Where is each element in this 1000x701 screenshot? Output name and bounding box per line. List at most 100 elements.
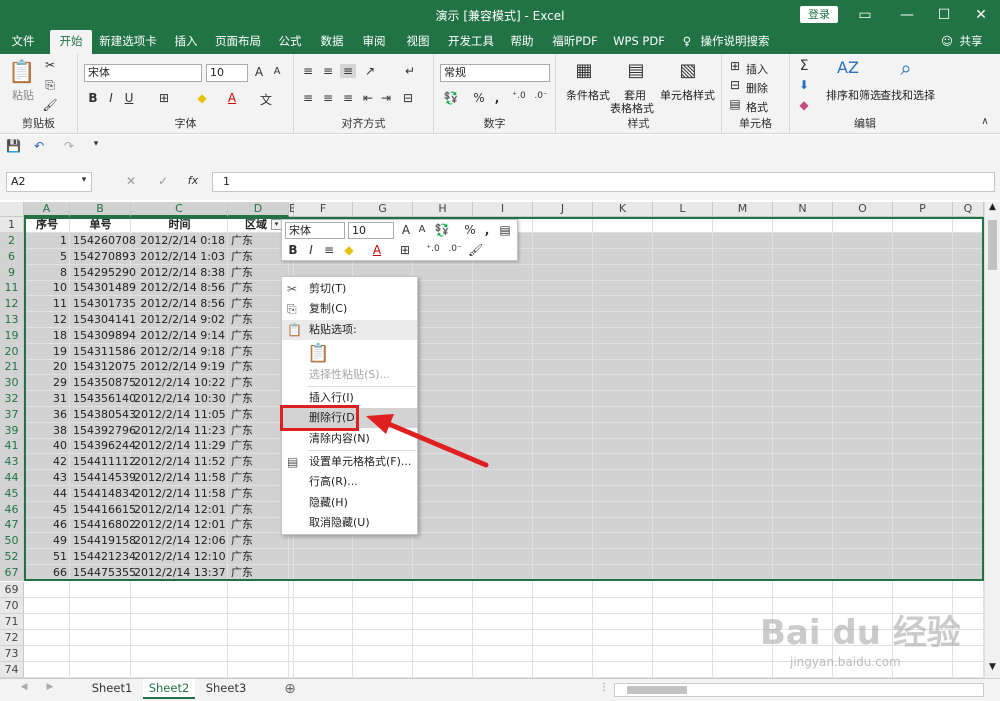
cell-seq[interactable]: 5 bbox=[24, 249, 70, 265]
conditional-format-label[interactable]: 条件格式 bbox=[566, 87, 610, 103]
column-header[interactable]: H bbox=[413, 202, 473, 217]
cell-region[interactable]: 广东 bbox=[228, 344, 270, 360]
percent-icon[interactable]: % bbox=[472, 91, 486, 105]
cell-time[interactable]: 2012/2/14 13:37 bbox=[131, 565, 228, 581]
menu-hide[interactable]: 隐藏(H) bbox=[282, 493, 417, 513]
cell-order-no[interactable]: 154392796 bbox=[70, 423, 136, 439]
find-select-icon[interactable]: ⌕ bbox=[894, 56, 918, 80]
mini-bold-icon[interactable]: B bbox=[287, 243, 299, 257]
row-header[interactable]: 47 bbox=[0, 517, 24, 533]
mini-format-cells-icon[interactable]: ▤ bbox=[498, 223, 512, 237]
cell-order-no[interactable]: 154350875 bbox=[70, 375, 136, 391]
phonetic-icon[interactable]: 文 bbox=[258, 91, 274, 108]
cell-order-no[interactable]: 154260708 bbox=[70, 233, 136, 249]
align-center-icon[interactable]: ≡ bbox=[320, 91, 336, 105]
minimize-icon[interactable]: — bbox=[896, 4, 918, 26]
menu-row-height[interactable]: 行高(R)... bbox=[282, 472, 417, 492]
prev-sheet-icon[interactable]: ◀ bbox=[18, 682, 30, 692]
increase-decimal-icon[interactable]: ⁺.0 bbox=[510, 91, 528, 101]
cell-order-no[interactable]: 154414539 bbox=[70, 470, 136, 486]
cell-region[interactable]: 广东 bbox=[228, 565, 270, 581]
cell-time[interactable]: 2012/2/14 12:06 bbox=[131, 533, 228, 549]
cell-order-no[interactable]: 154312075 bbox=[70, 359, 136, 375]
sheet-tab-3[interactable]: Sheet3 bbox=[200, 679, 252, 699]
cell-seq[interactable]: 66 bbox=[24, 565, 70, 581]
column-header[interactable]: N bbox=[773, 202, 833, 217]
mini-italic-icon[interactable]: I bbox=[305, 243, 317, 257]
row-header[interactable]: 70 bbox=[0, 598, 24, 614]
namebox-dropdown-icon[interactable]: ▾ bbox=[78, 175, 90, 185]
tab-foxit-pdf[interactable]: 福昕PDF bbox=[546, 30, 604, 54]
cell-region[interactable]: 广东 bbox=[228, 312, 270, 328]
tab-file[interactable]: 文件 bbox=[4, 30, 42, 54]
ribbon-display-icon[interactable]: ▭ bbox=[854, 4, 876, 26]
mini-font-select[interactable]: 宋体 bbox=[285, 222, 345, 239]
sheet-tab-1[interactable]: Sheet1 bbox=[86, 679, 138, 699]
column-header[interactable]: B bbox=[70, 202, 131, 217]
sort-filter-icon[interactable]: AZ bbox=[836, 58, 860, 77]
format-cells-icon[interactable]: ▤ bbox=[728, 97, 742, 111]
cell-seq[interactable]: 8 bbox=[24, 265, 70, 281]
tab-data[interactable]: 数据 bbox=[314, 30, 350, 54]
cell-seq[interactable]: 44 bbox=[24, 486, 70, 502]
row-header[interactable]: 32 bbox=[0, 391, 24, 407]
row-header[interactable]: 6 bbox=[0, 249, 24, 265]
tab-split-handle-icon[interactable]: ⋮ bbox=[598, 682, 610, 693]
cell-time[interactable]: 2012/2/14 8:56 bbox=[131, 296, 228, 312]
row-header[interactable]: 43 bbox=[0, 454, 24, 470]
cancel-icon[interactable]: ✕ bbox=[124, 174, 138, 188]
cell-region[interactable]: 广东 bbox=[228, 486, 270, 502]
row-header[interactable]: 46 bbox=[0, 502, 24, 518]
cell-styles-icon[interactable]: ▧ bbox=[676, 60, 700, 81]
mini-format-painter-icon[interactable]: 🖌 bbox=[468, 243, 483, 257]
cell-time[interactable]: 2012/2/14 9:19 bbox=[131, 359, 228, 375]
cell-region[interactable]: 广东 bbox=[228, 423, 270, 439]
conditional-format-icon[interactable]: ▦ bbox=[572, 60, 596, 81]
align-left-icon[interactable]: ≡ bbox=[300, 91, 316, 105]
column-header[interactable]: Q bbox=[953, 202, 984, 217]
cell-time[interactable]: 2012/2/14 9:02 bbox=[131, 312, 228, 328]
row-header[interactable]: 72 bbox=[0, 630, 24, 646]
format-table-label-2[interactable]: 表格格式 bbox=[610, 100, 654, 116]
mini-grow-font-icon[interactable]: A bbox=[400, 223, 412, 237]
tab-page-layout[interactable]: 页面布局 bbox=[212, 30, 264, 54]
undo-icon[interactable]: ↶ bbox=[30, 139, 48, 153]
header-cell[interactable]: 区域 bbox=[228, 217, 270, 233]
column-header[interactable]: A bbox=[24, 202, 70, 217]
currency-icon[interactable]: 💱 bbox=[442, 91, 460, 105]
autosum-icon[interactable]: Σ bbox=[796, 58, 812, 74]
scroll-thumb[interactable] bbox=[988, 220, 997, 270]
menu-unhide[interactable]: 取消隐藏(U) bbox=[282, 513, 417, 533]
row-header[interactable]: 52 bbox=[0, 549, 24, 565]
cell-order-no[interactable]: 154301489 bbox=[70, 280, 136, 296]
tell-me-search[interactable]: 操作说明搜索 bbox=[698, 30, 772, 54]
tab-formulas[interactable]: 公式 bbox=[272, 30, 308, 54]
row-header[interactable]: 2 bbox=[0, 233, 24, 249]
insert-cells-label[interactable]: 插入 bbox=[746, 61, 768, 77]
cell-seq[interactable]: 40 bbox=[24, 438, 70, 454]
border-icon[interactable]: ⊞ bbox=[156, 91, 172, 105]
delete-cells-icon[interactable]: ⊟ bbox=[728, 78, 742, 92]
mini-size-select[interactable]: 10 bbox=[348, 222, 394, 239]
cell-order-no[interactable]: 154295290 bbox=[70, 265, 136, 281]
comma-icon[interactable]: , bbox=[490, 91, 504, 105]
underline-icon[interactable]: U bbox=[122, 91, 136, 105]
row-header[interactable]: 1 bbox=[0, 217, 24, 233]
mini-fill-icon[interactable]: ◆ bbox=[342, 243, 356, 257]
column-header[interactable]: F bbox=[294, 202, 353, 217]
font-name-select[interactable]: 宋体 bbox=[84, 64, 202, 82]
cell-seq[interactable]: 31 bbox=[24, 391, 70, 407]
menu-paste-special[interactable]: 选择性粘贴(S)... bbox=[282, 365, 417, 385]
next-sheet-icon[interactable]: ▶ bbox=[44, 682, 56, 692]
h-scroll-thumb[interactable] bbox=[627, 686, 687, 694]
tab-review[interactable]: 审阅 bbox=[356, 30, 392, 54]
mini-dec-decimal-icon[interactable]: .0⁻ bbox=[446, 244, 464, 254]
align-top-icon[interactable]: ≡ bbox=[300, 64, 316, 78]
cell-region[interactable]: 广东 bbox=[228, 296, 270, 312]
row-header[interactable]: 69 bbox=[0, 582, 24, 598]
cell-time[interactable]: 2012/2/14 10:30 bbox=[131, 391, 228, 407]
cell-order-no[interactable]: 154301735 bbox=[70, 296, 136, 312]
menu-cut[interactable]: ✂ 剪切(T) bbox=[282, 279, 417, 299]
column-header[interactable]: K bbox=[593, 202, 653, 217]
cell-time[interactable]: 2012/2/14 12:01 bbox=[131, 517, 228, 533]
